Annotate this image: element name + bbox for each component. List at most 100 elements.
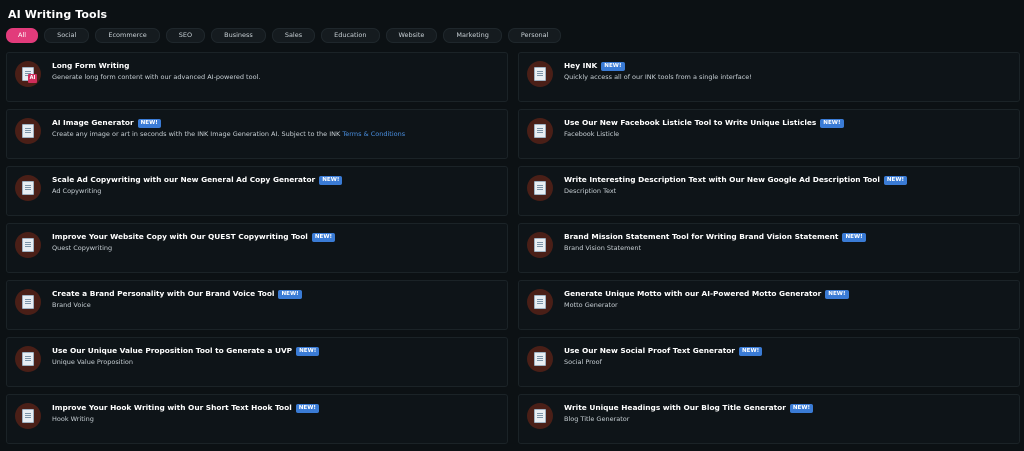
filter-chip-marketing[interactable]: Marketing — [443, 28, 502, 43]
document-icon — [534, 352, 546, 366]
tool-card[interactable]: AI Image Generator NEW! Create any image o… — [6, 109, 508, 159]
tool-description-text: Quickly access all of our INK tools from… — [564, 73, 752, 81]
tool-description: Quickly access all of our INK tools from… — [564, 73, 752, 81]
document-icon — [22, 124, 34, 138]
filter-chip-all[interactable]: All — [6, 28, 39, 43]
tool-description-text: Hook Writing — [52, 415, 94, 423]
tool-title: Use Our New Social Proof Text Generator N… — [564, 346, 763, 356]
new-badge: NEW! — [319, 176, 343, 185]
tool-icon-badge — [15, 118, 41, 144]
tool-description: Generate long form content with our adva… — [52, 73, 260, 81]
tool-icon-badge — [15, 403, 41, 429]
new-badge: NEW! — [311, 233, 336, 242]
tool-title-text: Long Form Writing — [52, 61, 130, 70]
tool-description-text: Blog Title Generator — [564, 415, 630, 423]
tool-card[interactable]: Improve Your Hook Writing with Our Short… — [6, 394, 508, 444]
document-icon — [22, 181, 34, 195]
tool-title-text: Improve Your Hook Writing with Our Short… — [52, 403, 292, 412]
tool-description: Brand Vision Statement — [564, 244, 641, 252]
tool-description-text: Description Text — [564, 187, 617, 195]
filter-chip-website[interactable]: Website — [385, 28, 438, 43]
tool-icon-badge — [527, 175, 553, 201]
tool-description-text: Ad Copywriting — [52, 187, 102, 195]
tool-card[interactable]: Hey INK NEW! Quickly access all of our INK… — [518, 52, 1020, 102]
tool-title-text: Use Our New Social Proof Text Generator — [564, 346, 735, 355]
tool-card[interactable]: Write Interesting Description Text with … — [518, 166, 1020, 216]
tool-title-text: Use Our Unique Value Proposition Tool to… — [52, 346, 293, 355]
tool-title-text: AI Image Generator — [52, 118, 134, 127]
tool-card[interactable]: Improve Your Website Copy with Our QUEST… — [6, 223, 508, 273]
tool-title-text: Improve Your Website Copy with Our QUEST… — [52, 232, 308, 241]
tool-title: Brand Mission Statement Tool for Writing… — [564, 232, 866, 242]
tool-icon-badge — [15, 346, 41, 372]
tool-title: Create a Brand Personality with Our Bran… — [52, 289, 302, 299]
tool-card[interactable]: Write Unique Headings with Our Blog Titl… — [518, 394, 1020, 444]
tool-icon-badge: AI — [15, 61, 41, 87]
filter-chip-education[interactable]: Education — [321, 28, 380, 43]
filter-chip-ecommerce[interactable]: Ecommerce — [95, 28, 160, 43]
tool-title: Long Form Writing — [52, 61, 129, 70]
tool-description: Ad Copywriting — [52, 187, 101, 195]
tool-title: Scale Ad Copywriting with our New Genera… — [52, 175, 343, 185]
filter-chip-business[interactable]: Business — [211, 28, 266, 43]
document-icon — [22, 238, 34, 252]
filter-bar: All Social Ecommerce SEO Business Sales … — [6, 28, 562, 43]
tool-title: Write Unique Headings with Our Blog Titl… — [564, 403, 814, 413]
new-badge: NEW! — [137, 119, 161, 128]
tool-card[interactable]: Create a Brand Personality with Our Bran… — [6, 280, 508, 330]
filter-chip-personal[interactable]: Personal — [507, 28, 562, 43]
tool-title-text: Scale Ad Copywriting with our New Genera… — [52, 175, 316, 184]
filter-chip-social[interactable]: Social — [44, 28, 90, 43]
tool-card[interactable]: Use Our New Social Proof Text Generator N… — [518, 337, 1020, 387]
tool-description: Brand Voice — [52, 301, 91, 309]
document-icon — [534, 295, 546, 309]
tool-description-text: Brand Voice — [52, 301, 91, 309]
new-badge: NEW! — [295, 404, 319, 413]
tool-title-text: Hey INK — [564, 61, 598, 70]
tool-title-text: Brand Mission Statement Tool for Writing… — [564, 232, 839, 241]
new-badge: NEW! — [820, 119, 844, 128]
tool-icon-badge — [527, 346, 553, 372]
tool-title-text: Generate Unique Motto with our AI-Powere… — [564, 289, 822, 298]
tool-card[interactable]: Brand Mission Statement Tool for Writing… — [518, 223, 1020, 273]
document-icon — [534, 67, 546, 81]
tool-icon-badge — [15, 289, 41, 315]
document-icon — [534, 124, 546, 138]
tool-title-text: Use Our New Facebook Listicle Tool to Wr… — [564, 118, 817, 127]
new-badge: NEW! — [296, 347, 320, 356]
new-badge: NEW! — [825, 290, 849, 299]
tool-description-text: Brand Vision Statement — [564, 244, 642, 252]
tool-description: Create any image or art in seconds with … — [52, 130, 405, 138]
tool-icon-badge — [527, 118, 553, 144]
tool-icon-badge — [527, 61, 553, 87]
new-badge: NEW! — [278, 290, 302, 299]
tool-card[interactable]: Generate Unique Motto with our AI-Powere… — [518, 280, 1020, 330]
document-icon — [534, 238, 546, 252]
tool-icon-badge — [15, 232, 41, 258]
tool-card[interactable]: Use Our Unique Value Proposition Tool to… — [6, 337, 508, 387]
document-icon — [22, 409, 34, 423]
tool-description-text: Social Proof — [564, 358, 602, 366]
tool-title: Write Interesting Description Text with … — [564, 175, 908, 185]
tool-description: Motto Generator — [564, 301, 618, 309]
document-icon — [22, 295, 34, 309]
tool-description: Social Proof — [564, 358, 602, 366]
new-badge: NEW! — [789, 404, 814, 413]
document-icon — [22, 352, 34, 366]
tool-card[interactable]: Use Our New Facebook Listicle Tool to Wr… — [518, 109, 1020, 159]
new-badge: NEW! — [842, 233, 866, 242]
filter-chip-seo[interactable]: SEO — [165, 28, 206, 43]
tool-description-text: Generate long form content with our adva… — [52, 73, 261, 81]
terms-link[interactable]: Terms & Conditions — [342, 130, 405, 138]
new-badge: NEW! — [601, 62, 625, 71]
tool-description: Blog Title Generator — [564, 415, 629, 423]
tool-card[interactable]: AI Long Form Writing Generate long form co… — [6, 52, 508, 102]
tool-icon-badge — [527, 232, 553, 258]
tool-description: Unique Value Proposition — [52, 358, 133, 366]
tool-title: Generate Unique Motto with our AI-Powere… — [564, 289, 849, 299]
tool-title: Use Our New Facebook Listicle Tool to Wr… — [564, 118, 844, 128]
tool-card[interactable]: Scale Ad Copywriting with our New Genera… — [6, 166, 508, 216]
tool-description-text: Facebook Listicle — [564, 130, 620, 138]
tool-title: Improve Your Hook Writing with Our Short… — [52, 403, 319, 413]
filter-chip-sales[interactable]: Sales — [271, 28, 316, 43]
